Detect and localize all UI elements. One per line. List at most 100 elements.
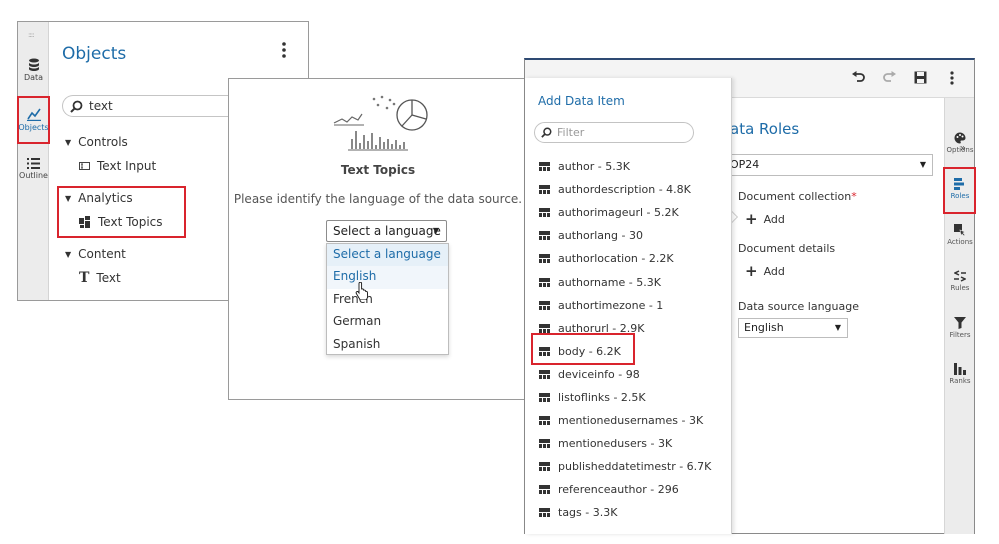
add-data-item-popup: Add Data Item Filter author - 5.3K autho…: [525, 78, 732, 534]
data-item[interactable]: authortimezone - 1: [539, 294, 711, 317]
search-value: text: [89, 99, 113, 113]
category-item-icon: [539, 508, 550, 518]
language-option[interactable]: English: [327, 266, 448, 289]
rail-data-button[interactable]: Data: [18, 58, 49, 82]
category-item-icon: [539, 485, 550, 495]
data-item-label: mentionedusers - 3K: [558, 437, 673, 451]
category-item-icon: [539, 231, 550, 241]
language-option[interactable]: French: [327, 289, 448, 311]
category-item-icon: [539, 277, 550, 287]
data-item[interactable]: author - 5.3K: [539, 155, 711, 178]
data-item[interactable]: deviceinfo - 98: [539, 363, 711, 386]
data-item-label: listoflinks - 2.5K: [558, 390, 646, 404]
category-item-icon: [539, 185, 550, 195]
data-source-language-value: English: [744, 321, 784, 334]
more-options-icon[interactable]: [950, 71, 954, 88]
dropdown-arrow-icon: ▼: [919, 160, 926, 169]
text-input-icon: [79, 162, 90, 170]
rail-rules-label: Rules: [950, 284, 970, 292]
data-item[interactable]: publisheddatetimestr - 6.7K: [539, 455, 711, 478]
category-item-icon: [539, 439, 550, 449]
plus-icon: +: [745, 210, 758, 228]
data-roles-panel: ata Roles OP24 ▼ Document collection* + A…: [524, 58, 975, 534]
group-content[interactable]: ▼ Content: [65, 247, 126, 261]
add-document-details-button[interactable]: + Add: [745, 262, 785, 280]
filter-funnel-icon: [945, 317, 975, 329]
language-prompt: Please identify the language of the data…: [233, 192, 523, 206]
data-item-label: referenceauthor - 296: [558, 483, 679, 497]
data-item[interactable]: listoflinks - 2.5K: [539, 386, 711, 409]
right-rail: » Options Roles Actions Rules Filters Ra…: [944, 98, 974, 534]
add-label: Add: [763, 264, 785, 278]
text-topics-panel: Text Topics Please identify the language…: [228, 78, 528, 400]
data-item[interactable]: authorlocation - 2.2K: [539, 247, 711, 270]
highlight-objects-rail: [17, 96, 50, 144]
language-select[interactable]: Select a language ▼: [326, 220, 447, 242]
rail-filters-label: Filters: [949, 331, 971, 339]
rail-options-button[interactable]: Options: [945, 132, 975, 154]
rail-actions-label: Actions: [947, 238, 973, 246]
language-option[interactable]: Spanish: [327, 334, 448, 356]
category-item-icon: [539, 416, 550, 426]
data-item-label: author - 5.3K: [558, 160, 630, 174]
dropdown-arrow-icon: ▼: [432, 226, 439, 235]
add-data-item-title: Add Data Item: [538, 94, 625, 108]
data-item[interactable]: referenceauthor - 296: [539, 478, 711, 501]
object-item-text[interactable]: T Text: [79, 271, 121, 285]
ranks-bar-icon: [945, 363, 975, 375]
rail-outline-button[interactable]: Outline: [18, 158, 49, 180]
category-item-icon: [539, 208, 550, 218]
required-asterisk: *: [851, 190, 857, 203]
data-source-language-select[interactable]: English ▼: [738, 318, 848, 338]
more-options-icon[interactable]: [282, 42, 286, 61]
data-item[interactable]: authorname - 5.3K: [539, 270, 711, 293]
data-item-label: authorname - 5.3K: [558, 275, 661, 289]
drag-grip-icon[interactable]: ::::: [28, 31, 35, 39]
language-option[interactable]: Select a language: [327, 244, 448, 267]
data-item[interactable]: mentionedusers - 3K: [539, 432, 711, 455]
text-topics-illustration-icon: [332, 95, 428, 156]
rail-ranks-button[interactable]: Ranks: [945, 363, 975, 385]
save-icon[interactable]: [914, 71, 927, 87]
rail-filters-button[interactable]: Filters: [945, 317, 975, 339]
search-icon: [541, 127, 552, 138]
document-collection-label: Document collection*: [738, 190, 857, 203]
data-item[interactable]: mentionedusernames - 3K: [539, 409, 711, 432]
data-item[interactable]: tags - 3.3K: [539, 501, 711, 524]
data-item[interactable]: authorimageurl - 5.2K: [539, 201, 711, 224]
document-details-label: Document details: [738, 242, 836, 255]
redo-icon[interactable]: [883, 71, 896, 87]
category-item-icon: [539, 323, 550, 333]
undo-icon[interactable]: [852, 71, 865, 87]
role-label-text: Document collection: [738, 190, 852, 203]
data-item-label: authorlang - 30: [558, 229, 643, 243]
data-item-label: authortimezone - 1: [558, 298, 664, 312]
outline-list-icon: [18, 158, 49, 169]
group-controls[interactable]: ▼ Controls: [65, 135, 128, 149]
data-item[interactable]: authordescription - 4.8K: [539, 178, 711, 201]
language-select-value: Select a language: [333, 224, 441, 238]
data-source-value: OP24: [730, 158, 760, 171]
data-roles-title: ata Roles: [730, 120, 800, 138]
rail-rules-button[interactable]: Rules: [945, 270, 975, 292]
category-item-icon: [539, 300, 550, 310]
rail-outline-label: Outline: [19, 171, 48, 180]
data-source-select[interactable]: OP24 ▼: [725, 154, 933, 176]
category-item-icon: [539, 462, 550, 472]
data-source-language-label: Data source language: [738, 300, 859, 313]
object-item-text-input[interactable]: Text Input: [79, 159, 156, 173]
filter-input[interactable]: Filter: [534, 122, 694, 143]
rail-ranks-label: Ranks: [949, 377, 971, 385]
add-label: Add: [763, 212, 785, 226]
language-option[interactable]: German: [327, 311, 448, 333]
collapse-triangle-icon: ▼: [65, 250, 72, 259]
rail-actions-button[interactable]: Actions: [945, 224, 975, 246]
data-item[interactable]: authorlang - 30: [539, 224, 711, 247]
filter-placeholder: Filter: [557, 126, 585, 139]
data-item-label: publisheddatetimestr - 6.7K: [558, 460, 712, 474]
highlight-body-item: [531, 333, 635, 365]
object-title: Text Topics: [340, 163, 416, 177]
category-item-icon: [539, 162, 550, 172]
add-document-collection-button[interactable]: + Add: [745, 210, 785, 228]
data-item-label: authordescription - 4.8K: [558, 183, 691, 197]
